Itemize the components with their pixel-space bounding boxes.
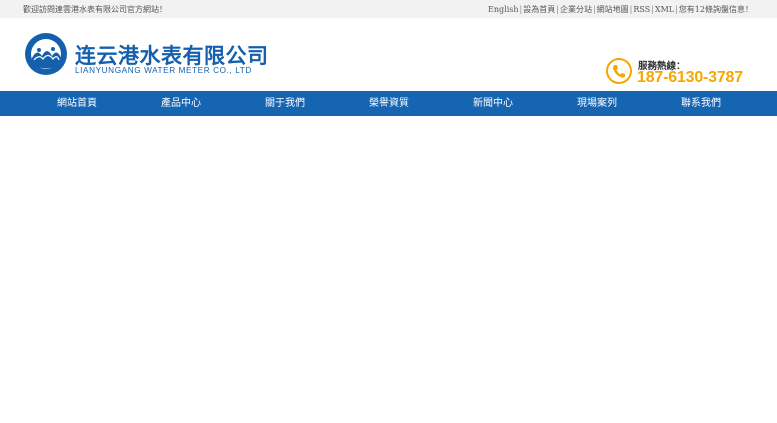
company-logo-icon[interactable] xyxy=(24,32,68,76)
hotline-number: 187-6130-3787 xyxy=(637,69,743,86)
link-xml[interactable]: XML xyxy=(655,5,674,14)
nav-item-products[interactable]: 產品中心 xyxy=(129,91,233,116)
company-name-english: LIANYUNGANG WATER METER CO., LTD xyxy=(75,66,252,75)
nav-item-about[interactable]: 關于我們 xyxy=(233,91,337,116)
nav-item-home[interactable]: 網站首頁 xyxy=(25,91,129,116)
link-set-homepage[interactable]: 設為首頁 xyxy=(523,5,555,14)
link-inquiries[interactable]: 您有12條詢盤信息！ xyxy=(679,5,753,14)
phone-icon xyxy=(606,58,632,84)
top-bar: 歡迎訪問連雲港水表有限公司官方網站！ English|設為首頁|企業分站|網站地… xyxy=(0,0,777,18)
link-english[interactable]: English xyxy=(488,5,519,14)
nav-item-contact[interactable]: 聯系我們 xyxy=(649,91,753,116)
nav-item-honors[interactable]: 榮譽資質 xyxy=(337,91,441,116)
link-branch-sites[interactable]: 企業分站 xyxy=(560,5,592,14)
link-rss[interactable]: RSS xyxy=(633,5,650,14)
link-sitemap[interactable]: 網站地圖 xyxy=(597,5,629,14)
site-header: 连云港水表有限公司 LIANYUNGANG WATER METER CO., L… xyxy=(0,18,777,91)
main-nav: 網站首頁 產品中心 關于我們 榮譽資質 新聞中心 現場案列 聯系我們 xyxy=(0,91,777,116)
nav-item-news[interactable]: 新聞中心 xyxy=(441,91,545,116)
welcome-text: 歡迎訪問連雲港水表有限公司官方網站！ xyxy=(23,5,167,14)
nav-item-cases[interactable]: 現場案列 xyxy=(545,91,649,116)
main-content-area xyxy=(0,116,777,423)
top-links: English|設為首頁|企業分站|網站地圖|RSS|XML|您有12條詢盤信息… xyxy=(488,4,753,15)
